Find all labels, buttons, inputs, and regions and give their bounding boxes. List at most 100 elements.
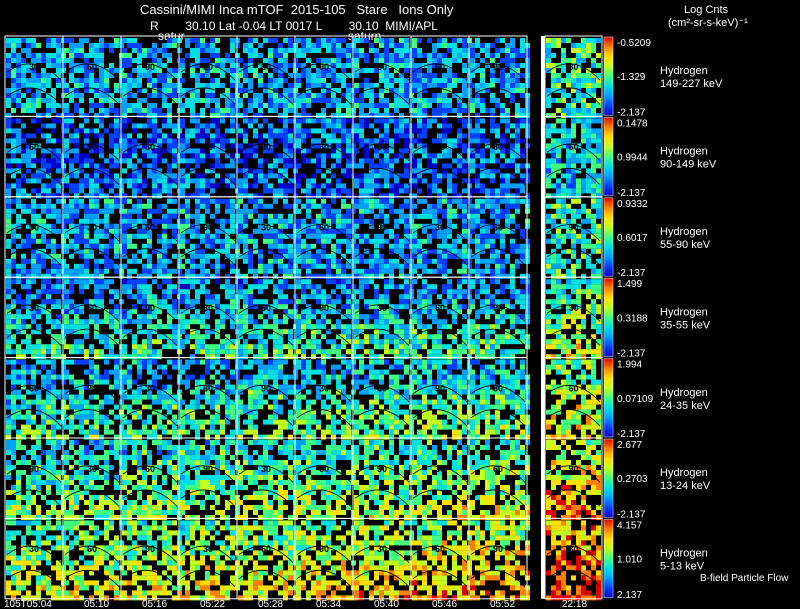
heatmap-cell bbox=[505, 83, 510, 88]
heatmap-cell bbox=[215, 344, 220, 350]
heatmap-cell bbox=[475, 113, 480, 118]
heatmap-cell bbox=[172, 284, 177, 290]
heatmap-cell bbox=[296, 228, 301, 234]
heatmap-cell bbox=[546, 133, 551, 139]
heatmap-cell bbox=[253, 178, 258, 184]
heatmap-cell bbox=[490, 168, 495, 174]
heatmap-cell bbox=[56, 253, 61, 259]
heatmap-cell bbox=[566, 93, 571, 98]
heatmap-cell bbox=[195, 133, 200, 139]
heatmap-cell bbox=[359, 314, 364, 320]
heatmap-cell bbox=[273, 314, 278, 320]
heatmap-cell bbox=[6, 304, 11, 310]
heatmap-cell bbox=[104, 98, 109, 103]
heatmap-cell bbox=[248, 103, 253, 108]
heatmap-cell bbox=[243, 289, 248, 295]
heatmap-cell bbox=[412, 38, 417, 43]
heatmap-cell bbox=[389, 113, 394, 118]
heatmap-cell bbox=[404, 228, 409, 234]
heatmap-cell bbox=[6, 128, 11, 134]
heatmap-cell bbox=[215, 133, 220, 139]
heatmap-cell bbox=[238, 213, 243, 219]
heatmap-cell bbox=[79, 48, 84, 53]
heatmap-cell bbox=[412, 314, 417, 320]
heatmap-cell bbox=[296, 279, 301, 285]
heatmap-cell bbox=[576, 53, 581, 58]
heatmap-cell bbox=[84, 203, 89, 209]
heatmap-cell bbox=[551, 98, 556, 103]
heatmap-cell bbox=[490, 93, 495, 98]
heatmap-cell bbox=[442, 153, 447, 159]
heatmap-cell bbox=[442, 198, 447, 204]
heatmap-cell bbox=[64, 128, 69, 134]
heatmap-cell bbox=[283, 103, 288, 108]
heatmap-cell bbox=[596, 63, 601, 68]
heatmap-cell bbox=[253, 208, 258, 214]
heatmap-cell bbox=[215, 153, 220, 159]
heatmap-cell bbox=[581, 53, 586, 58]
heatmap-cell bbox=[288, 188, 293, 194]
heatmap-cell bbox=[263, 183, 268, 189]
heatmap-cell bbox=[16, 203, 21, 209]
heatmap-cell bbox=[79, 163, 84, 169]
heatmap-cell bbox=[412, 123, 417, 129]
heatmap-cell bbox=[162, 273, 167, 279]
heatmap-cell bbox=[379, 243, 384, 249]
heatmap-cell bbox=[79, 178, 84, 184]
heatmap-cell bbox=[238, 284, 243, 290]
heatmap-cell bbox=[379, 163, 384, 169]
heatmap-cell bbox=[581, 253, 586, 259]
heatmap-cell bbox=[162, 268, 167, 274]
heatmap-cell bbox=[306, 314, 311, 320]
heatmap-cell bbox=[167, 193, 172, 199]
heatmap-cell bbox=[321, 113, 326, 118]
heatmap-cell bbox=[51, 304, 56, 310]
heatmap-cell bbox=[273, 108, 278, 113]
heatmap-cell bbox=[321, 98, 326, 103]
heatmap-cell bbox=[157, 138, 162, 144]
heatmap-cell bbox=[306, 118, 311, 124]
heatmap-cell bbox=[268, 238, 273, 244]
heatmap-cell bbox=[109, 143, 114, 149]
heatmap-cell bbox=[437, 268, 442, 274]
heatmap-cell bbox=[447, 58, 452, 63]
heatmap-cell bbox=[341, 213, 346, 219]
heatmap-cell bbox=[31, 349, 36, 355]
heatmap-cell bbox=[490, 243, 495, 249]
heatmap-cell bbox=[346, 83, 351, 88]
heatmap-cell bbox=[157, 334, 162, 340]
heatmap-cell bbox=[230, 108, 235, 113]
heatmap-cell bbox=[21, 268, 26, 274]
heatmap-cell bbox=[6, 198, 11, 204]
heatmap-cell bbox=[316, 253, 321, 259]
heatmap-cell bbox=[452, 314, 457, 320]
heatmap-cell bbox=[306, 253, 311, 259]
heatmap-cell bbox=[41, 193, 46, 199]
heatmap-cell bbox=[321, 314, 326, 320]
heatmap-cell bbox=[278, 178, 283, 184]
heatmap-cell bbox=[205, 93, 210, 98]
heatmap-cell bbox=[152, 208, 157, 214]
heatmap-cell bbox=[230, 83, 235, 88]
heatmap-cell bbox=[205, 314, 210, 320]
heatmap-cell bbox=[571, 273, 576, 279]
heatmap-cell bbox=[190, 268, 195, 274]
heatmap-cell bbox=[99, 113, 104, 118]
heatmap-cell bbox=[427, 188, 432, 194]
heatmap-cell bbox=[185, 138, 190, 144]
heatmap-cell bbox=[74, 238, 79, 244]
heatmap-cell bbox=[225, 88, 230, 93]
heatmap-cell bbox=[248, 53, 253, 58]
heatmap-cell bbox=[132, 319, 137, 325]
heatmap-cell bbox=[258, 73, 263, 78]
heatmap-cell bbox=[147, 268, 152, 274]
heatmap-cell bbox=[122, 319, 127, 325]
heatmap-cell bbox=[21, 299, 26, 305]
heatmap-cell bbox=[243, 193, 248, 199]
heatmap-cell bbox=[26, 203, 31, 209]
heatmap-cell bbox=[354, 58, 359, 63]
heatmap-cell bbox=[172, 289, 177, 295]
heatmap-cell bbox=[238, 58, 243, 63]
heatmap-cell bbox=[104, 168, 109, 174]
heatmap-cell bbox=[447, 68, 452, 73]
